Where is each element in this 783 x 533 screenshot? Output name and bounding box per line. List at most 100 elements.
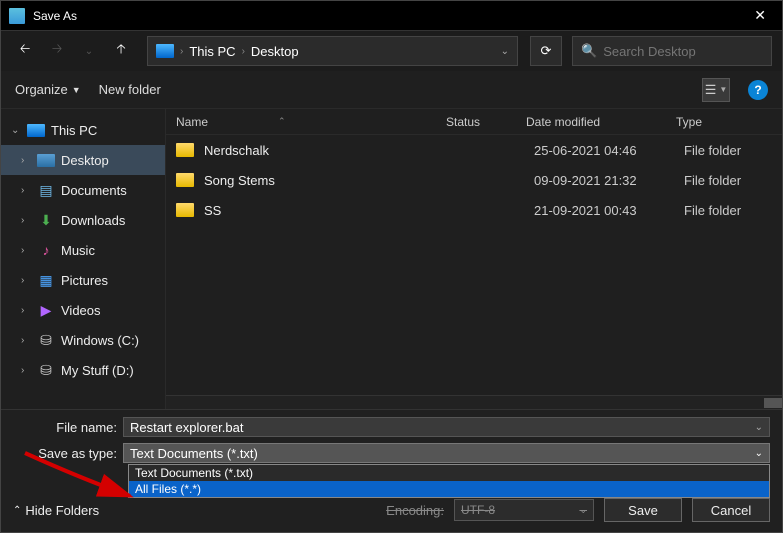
hide-folders-button[interactable]: ⌃ Hide Folders xyxy=(13,503,99,518)
chevron-down-icon: ⌄ xyxy=(755,448,763,459)
search-input[interactable] xyxy=(603,44,779,59)
pc-icon xyxy=(27,124,45,137)
chevron-right-icon: › xyxy=(21,155,31,166)
horizontal-scrollbar[interactable] xyxy=(166,395,782,409)
table-row[interactable]: SS 21-09-2021 00:43 File folder xyxy=(166,195,782,225)
chevron-down-icon: ▼ xyxy=(72,85,81,95)
new-folder-button[interactable]: New folder xyxy=(99,82,161,97)
drive-icon: ⛁ xyxy=(37,362,55,378)
chevron-up-icon: ⌃ xyxy=(13,505,21,516)
hide-folders-label: Hide Folders xyxy=(25,503,99,518)
chevron-down-icon[interactable]: ⌄ xyxy=(755,422,763,433)
savetype-option-txt[interactable]: Text Documents (*.txt) xyxy=(129,465,769,481)
list-icon: ☰ xyxy=(705,82,717,98)
organize-label: Organize xyxy=(15,82,68,97)
sidebar-item-label: Windows (C:) xyxy=(61,333,139,348)
sidebar-item-label: Videos xyxy=(61,303,101,318)
sidebar-item-label: Downloads xyxy=(61,213,125,228)
chevron-down-icon: ⌄ xyxy=(11,125,21,136)
sidebar-item-label: Desktop xyxy=(61,153,109,168)
column-name[interactable]: Name⌃ xyxy=(176,115,446,129)
address-dropdown-icon[interactable]: ⌄ xyxy=(501,46,509,57)
chevron-right-icon: › xyxy=(21,305,31,316)
sidebar-item-label: Pictures xyxy=(61,273,108,288)
sidebar-item-label: This PC xyxy=(51,123,97,138)
videos-icon: ▶ xyxy=(37,302,55,318)
file-date: 21-09-2021 00:43 xyxy=(534,203,684,218)
desktop-icon xyxy=(37,154,55,167)
table-row[interactable]: Song Stems 09-09-2021 21:32 File folder xyxy=(166,165,782,195)
folder-icon xyxy=(176,173,194,187)
sidebar-item-label: Documents xyxy=(61,183,127,198)
breadcrumb[interactable]: This PC xyxy=(189,44,235,59)
chevron-right-icon: › xyxy=(21,335,31,346)
address-bar[interactable]: › This PC › Desktop ⌄ xyxy=(147,36,518,66)
back-button[interactable]: 🡠 xyxy=(11,37,39,65)
file-type: File folder xyxy=(684,203,782,218)
folder-icon xyxy=(176,143,194,157)
chevron-right-icon: › xyxy=(21,215,31,226)
search-box[interactable]: 🔍 xyxy=(572,36,772,66)
file-name: Song Stems xyxy=(204,173,454,188)
documents-icon: ▤ xyxy=(37,182,55,198)
savetype-combo[interactable]: Text Documents (*.txt)⌄ xyxy=(123,443,770,463)
folder-icon xyxy=(176,203,194,217)
filename-input[interactable]: Restart explorer.bat⌄ xyxy=(123,417,770,437)
window-title: Save As xyxy=(33,9,746,23)
chevron-right-icon: › xyxy=(21,365,31,376)
file-name: Nerdschalk xyxy=(204,143,454,158)
cancel-button[interactable]: Cancel xyxy=(692,498,770,522)
search-icon: 🔍 xyxy=(581,43,597,59)
pictures-icon: ▦ xyxy=(37,272,55,288)
column-headers: Name⌃ Status Date modified Type xyxy=(166,109,782,135)
encoding-label: Encoding: xyxy=(386,503,444,518)
file-date: 25-06-2021 04:46 xyxy=(534,143,684,158)
help-button[interactable]: ? xyxy=(748,80,768,100)
recent-button[interactable]: ⌄ xyxy=(75,37,103,65)
file-date: 09-09-2021 21:32 xyxy=(534,173,684,188)
organize-button[interactable]: Organize ▼ xyxy=(15,82,81,97)
nav-bar: 🡠 🡢 ⌄ 🡡 › This PC › Desktop ⌄ ⟳ 🔍 xyxy=(1,31,782,71)
up-button[interactable]: 🡡 xyxy=(107,37,135,65)
close-button[interactable]: ✕ xyxy=(746,3,774,28)
toolbar: Organize ▼ New folder ☰ ▼ ? xyxy=(1,71,782,109)
sidebar-item-pictures[interactable]: › ▦ Pictures xyxy=(1,265,165,295)
sidebar-item-this-pc[interactable]: ⌄ This PC xyxy=(1,115,165,145)
sidebar-item-label: My Stuff (D:) xyxy=(61,363,134,378)
sort-asc-icon: ⌃ xyxy=(278,116,286,127)
sidebar-item-music[interactable]: › ♪ Music xyxy=(1,235,165,265)
sidebar-item-documents[interactable]: › ▤ Documents xyxy=(1,175,165,205)
sidebar-item-mystuff-d[interactable]: › ⛁ My Stuff (D:) xyxy=(1,355,165,385)
chevron-down-icon: ▼ xyxy=(719,85,727,94)
chevron-right-icon: › xyxy=(21,245,31,256)
sidebar-item-label: Music xyxy=(61,243,95,258)
file-type: File folder xyxy=(684,143,782,158)
chevron-right-icon: › xyxy=(242,46,245,57)
file-type: File folder xyxy=(684,173,782,188)
breadcrumb[interactable]: Desktop xyxy=(251,44,299,59)
sidebar-item-desktop[interactable]: › Desktop xyxy=(1,145,165,175)
sidebar: ⌄ This PC › Desktop › ▤ Documents › ⬇ Do… xyxy=(1,109,166,409)
column-status[interactable]: Status xyxy=(446,115,526,129)
savetype-label: Save as type: xyxy=(13,446,123,461)
table-row[interactable]: Nerdschalk 25-06-2021 04:46 File folder xyxy=(166,135,782,165)
sidebar-item-downloads[interactable]: › ⬇ Downloads xyxy=(1,205,165,235)
refresh-button[interactable]: ⟳ xyxy=(530,36,562,66)
column-date[interactable]: Date modified xyxy=(526,115,676,129)
file-name: SS xyxy=(204,203,454,218)
save-button[interactable]: Save xyxy=(604,498,682,522)
column-type[interactable]: Type xyxy=(676,115,782,129)
drive-icon: ⛁ xyxy=(37,332,55,348)
view-options-button[interactable]: ☰ ▼ xyxy=(702,78,730,102)
forward-button[interactable]: 🡢 xyxy=(43,37,71,65)
encoding-combo[interactable]: UTF-8⌄ xyxy=(454,499,594,521)
music-icon: ♪ xyxy=(37,242,55,258)
downloads-icon: ⬇ xyxy=(37,212,55,228)
sidebar-item-windows-c[interactable]: › ⛁ Windows (C:) xyxy=(1,325,165,355)
file-listing: Name⌃ Status Date modified Type Nerdscha… xyxy=(166,109,782,409)
chevron-right-icon: › xyxy=(180,46,183,57)
chevron-right-icon: › xyxy=(21,185,31,196)
sidebar-item-videos[interactable]: › ▶ Videos xyxy=(1,295,165,325)
savetype-option-all[interactable]: All Files (*.*) xyxy=(129,481,769,497)
footer: File name: Restart explorer.bat⌄ Save as… xyxy=(1,409,782,532)
